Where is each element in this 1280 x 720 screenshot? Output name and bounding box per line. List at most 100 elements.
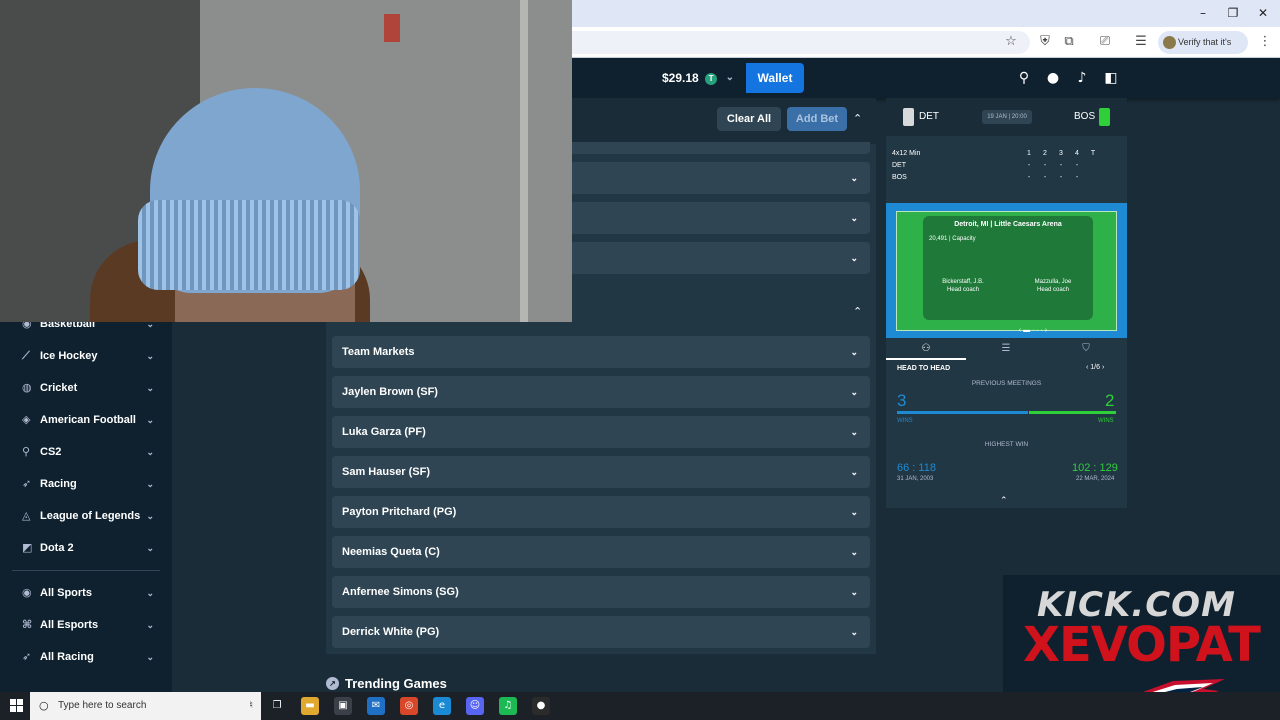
trending-icon: ↗ [326, 677, 339, 690]
clear-all-button[interactable]: Clear All [717, 107, 781, 131]
chevron-down-icon: ⌄ [146, 620, 154, 630]
head-to-head-pager[interactable]: ‹ 1/6 › [1086, 364, 1104, 371]
market-row-label: Jaylen Brown (SF) [342, 386, 438, 398]
home-wins: 3 [897, 391, 907, 410]
discord-icon[interactable]: ☺ [466, 697, 484, 715]
chevron-down-icon: ⌄ [146, 351, 154, 361]
shield-extension-icon[interactable]: ⛨ [1036, 33, 1054, 51]
balance-selector[interactable]: $29.18 T ⌄ [650, 63, 746, 93]
microphone-icon[interactable]: ♮ [249, 692, 253, 720]
sidebar-item-ice-hockey[interactable]: ⟋ Ice Hockey ⌄ [12, 340, 160, 372]
sidebar-item-all-esports[interactable]: ⌘ All Esports ⌄ [12, 609, 160, 641]
chevron-down-icon: ⌄ [146, 543, 154, 553]
extensions-icon[interactable]: ⧉ [1060, 33, 1078, 51]
market-row[interactable]: Jaylen Brown (SF) ⌄ [332, 376, 870, 408]
home-highest-win: 66 : 118 [897, 462, 936, 474]
head-to-head-title: HEAD TO HEAD [897, 365, 951, 372]
sidebar-item-dota-2[interactable]: ◩ Dota 2 ⌄ [12, 532, 160, 564]
notifications-icon[interactable]: ♪ [1072, 68, 1092, 88]
sidebar-item-label: Cricket [40, 382, 78, 394]
venue-pager[interactable]: ‹ ▬ · · · › [993, 326, 1073, 336]
chevron-down-icon: ⌄ [146, 652, 154, 662]
reading-list-icon[interactable]: ☰ [1132, 33, 1150, 51]
away-coach-name: Mazzulla, Joe [1034, 279, 1072, 285]
chevron-down-icon: ⌄ [850, 253, 858, 263]
edge-icon[interactable]: e [433, 697, 451, 715]
market-row[interactable]: Sam Hauser (SF) ⌄ [332, 456, 870, 488]
market-row-label: Neemias Queta (C) [342, 546, 440, 558]
obs-icon[interactable]: ● [532, 697, 550, 715]
head-to-head-tab-icon[interactable]: ⚇ [886, 338, 966, 360]
quarter-header: 3 [1059, 150, 1063, 157]
sidebar-item-racing[interactable]: ➶ Racing ⌄ [12, 468, 160, 500]
all-esports-icon: ⌘ [22, 618, 33, 631]
market-row[interactable]: Anfernee Simons (SG) ⌄ [332, 576, 870, 608]
market-row[interactable]: Team Markets ⌄ [332, 336, 870, 368]
market-row[interactable]: Payton Pritchard (PG) ⌄ [332, 496, 870, 528]
task-view-icon[interactable]: ❐ [268, 697, 286, 715]
away-wins-label: WINS [1098, 418, 1114, 424]
game-format: 4x12 Min [892, 150, 921, 157]
stats-tab-icon[interactable]: ☰ [966, 338, 1046, 360]
webcam-person-beanie-cuff [138, 200, 360, 290]
menu-dots-icon[interactable]: ⋮ [1256, 33, 1274, 51]
quarter-header: 4 [1075, 150, 1079, 157]
spotify-icon[interactable]: ♫ [499, 697, 517, 715]
betslip-icon[interactable]: ◧ [1101, 68, 1121, 88]
market-row[interactable]: Derrick White (PG) ⌄ [332, 616, 870, 648]
sidebar-item-label: Dota 2 [40, 542, 74, 554]
home-highest-win-date: 31 JAN, 2003 [897, 476, 934, 482]
collapse-toolbar-icon[interactable]: ⌃ [853, 112, 862, 125]
user-icon[interactable]: ● [1043, 68, 1063, 88]
sidebar-sports-list: ◉ Basketball ⌄ ⟋ Ice Hockey ⌄ ◍ Cricket ⌄ ◈ Americ… [12, 308, 160, 673]
quarter-header: 2 [1043, 150, 1047, 157]
minimize-icon[interactable]: – [1188, 4, 1218, 22]
address-bar[interactable] [560, 31, 1030, 54]
lineup-tab-icon[interactable]: ⛉ [1046, 338, 1126, 360]
court-visual: Detroit, MI | Little Caesars Arena 20,49… [886, 203, 1127, 338]
chevron-down-icon: ⌄ [725, 72, 734, 83]
venue-card: Detroit, MI | Little Caesars Arena 20,49… [923, 216, 1093, 334]
star-icon[interactable]: ☆ [1002, 33, 1020, 51]
chevron-down-icon: ⌄ [850, 213, 858, 223]
chrome-icon[interactable]: ◎ [400, 697, 418, 715]
tether-icon: T [705, 72, 718, 85]
streamer-name: XEVOPAT [1023, 617, 1261, 673]
collapse-widget-icon[interactable]: ⌃ [1000, 496, 1008, 506]
cricket-icon: ◍ [22, 381, 32, 394]
restore-icon[interactable]: ❐ [1218, 4, 1248, 22]
away-team-row-label: BOS [892, 174, 907, 181]
match-date: 19 JAN | 20:00 [982, 110, 1032, 124]
sidebar-item-all-sports[interactable]: ◉ All Sports ⌄ [12, 577, 160, 609]
sidebar-item-cricket[interactable]: ◍ Cricket ⌄ [12, 372, 160, 404]
sidebar-item-american-football[interactable]: ◈ American Football ⌄ [12, 404, 160, 436]
sidebar-item-cs2[interactable]: ⚲ CS2 ⌄ [12, 436, 160, 468]
home-jersey-icon [903, 108, 914, 126]
wallet-button[interactable]: Wallet [746, 63, 804, 93]
search-icon[interactable]: ⚲ [1014, 68, 1034, 88]
widget-tabs: ⚇ ☰ ⛉ [886, 338, 1127, 360]
taskbar-search-input[interactable]: ○ Type here to search ♮ [30, 692, 261, 720]
chevron-down-icon: ⌄ [850, 547, 858, 557]
court: Detroit, MI | Little Caesars Arena 20,49… [896, 211, 1117, 334]
market-row[interactable]: Luka Garza (PF) ⌄ [332, 416, 870, 448]
close-icon[interactable]: ✕ [1248, 4, 1278, 22]
windows-taskbar: ○ Type here to search ♮ ❐ ▬ ▣ ✉ ◎ e ☺ ♫ ● [0, 692, 1280, 720]
profile-button[interactable]: Verify that it's you [1158, 31, 1248, 70]
webcam-overlay [0, 0, 572, 322]
screen-capture-icon[interactable]: ⎚ [1096, 33, 1114, 51]
mail-icon[interactable]: ✉ [367, 697, 385, 715]
home-coach-name: Bickerstaff, J.B. [942, 279, 984, 285]
windows-start-icon[interactable] [10, 699, 24, 713]
market-row-label: Derrick White (PG) [342, 626, 440, 638]
sidebar-item-all-racing[interactable]: ➶ All Racing ⌄ [12, 641, 160, 673]
quarter-score: - [1075, 162, 1079, 169]
store-icon[interactable]: ▣ [334, 697, 352, 715]
add-bet-button[interactable]: Add Bet [787, 107, 847, 131]
sidebar-item-league-of-legends[interactable]: ◬ League of Legends ⌄ [12, 500, 160, 532]
quarter-score: - [1027, 162, 1031, 169]
sidebar-item-label: All Sports [40, 587, 92, 599]
file-explorer-icon[interactable]: ▬ [301, 697, 319, 715]
quarter-header: 1 [1027, 150, 1031, 157]
market-row[interactable]: Neemias Queta (C) ⌄ [332, 536, 870, 568]
